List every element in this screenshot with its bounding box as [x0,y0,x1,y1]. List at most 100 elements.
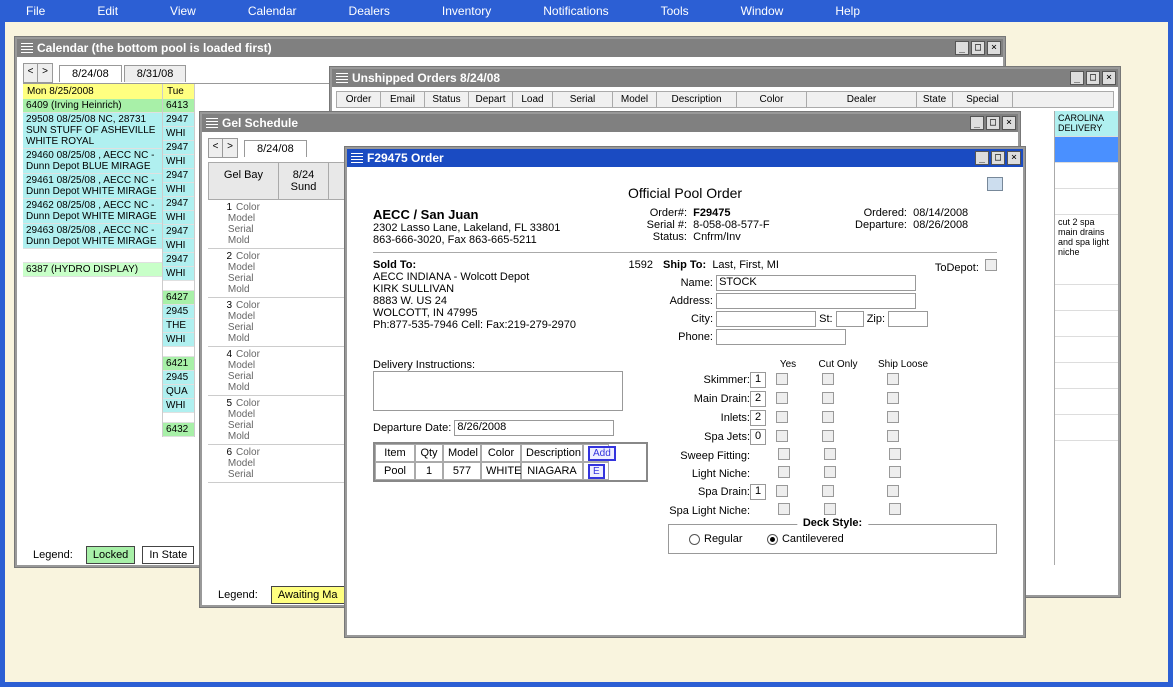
choice-yes-checkbox[interactable] [776,411,788,423]
load-row[interactable]: THE [163,319,194,333]
load-row[interactable]: 2945 [163,371,194,385]
window-menu-icon[interactable] [21,43,33,53]
choice-value-field[interactable]: 0 [750,429,766,445]
load-row[interactable]: 2947 [163,253,194,267]
menu-help[interactable]: Help [809,4,886,18]
col-color[interactable]: Color [737,92,807,107]
load-row[interactable]: 29463 08/25/08 , AECC NC - Dunn Depot WH… [23,224,162,249]
item-row[interactable]: Pool 1 577 WHITE NIAGARA E [375,462,646,480]
deck-cantilevered-radio[interactable] [767,534,778,545]
close-button[interactable]: × [987,41,1001,55]
special-cell[interactable]: cut 2 spa main drains and spa light nich… [1055,215,1118,285]
col-load[interactable]: Load [513,92,553,107]
load-row[interactable]: WHI [163,239,194,253]
special-cell[interactable]: CAROLINA DELIVERY [1055,111,1118,137]
choice-yes-checkbox[interactable] [776,392,788,404]
menu-window[interactable]: Window [715,4,810,18]
special-cell[interactable] [1055,389,1118,415]
col-description[interactable]: Description [657,92,737,107]
load-row[interactable]: 2947 [163,169,194,183]
address-field[interactable] [716,293,916,309]
maximize-button[interactable]: □ [991,151,1005,165]
special-cell[interactable] [1055,163,1118,189]
zip-field[interactable] [888,311,928,327]
choice-cut-checkbox[interactable] [822,485,834,497]
load-row[interactable]: WHI [163,155,194,169]
gel-nav-arrows[interactable]: < > [208,138,238,158]
todepot-checkbox[interactable] [985,259,997,271]
col-special[interactable]: Special [953,92,1013,107]
load-row[interactable]: WHI [163,183,194,197]
load-row[interactable]: 2947 [163,141,194,155]
name-field[interactable]: STOCK [716,275,916,291]
load-row[interactable]: WHI [163,211,194,225]
menu-view[interactable]: View [144,4,222,18]
load-row[interactable]: 2945 [163,305,194,319]
special-cell-selected[interactable] [1055,137,1118,163]
special-cell[interactable] [1055,363,1118,389]
choice-ship-checkbox[interactable] [889,466,901,478]
choice-ship-checkbox[interactable] [887,373,899,385]
load-row[interactable]: WHI [163,267,194,281]
special-cell[interactable] [1055,337,1118,363]
load-row[interactable]: 6427 [163,291,194,305]
menu-dealers[interactable]: Dealers [323,4,416,18]
order-titlebar[interactable]: F29475 Order [347,149,1023,167]
minimize-button[interactable]: _ [975,151,989,165]
deck-regular-radio[interactable] [689,534,700,545]
load-row[interactable]: 6432 [163,423,194,437]
choice-value-field[interactable]: 2 [750,410,766,426]
load-row[interactable]: 29462 08/25/08 , AECC NC - Dunn Depot WH… [23,199,162,224]
load-row[interactable]: 2947 [163,225,194,239]
col-gelbay[interactable]: Gel Bay [209,163,279,199]
load-row[interactable]: 2947 [163,113,194,127]
menu-inventory[interactable]: Inventory [416,4,517,18]
col-date[interactable]: 8/24 Sund [279,163,329,199]
maximize-button[interactable]: □ [986,116,1000,130]
col-dealer[interactable]: Dealer [807,92,917,107]
choice-value-field[interactable]: 1 [750,484,766,500]
load-row[interactable]: 29508 08/25/08 NC, 28731 SUN STUFF OF AS… [23,113,162,149]
prev-week-button[interactable]: < [24,64,38,82]
gel-tab-1[interactable]: 8/24/08 [244,140,307,157]
prev-button[interactable]: < [209,139,223,157]
print-icon[interactable] [987,177,1003,191]
choice-yes-checkbox[interactable] [776,485,788,497]
choice-ship-checkbox[interactable] [889,503,901,515]
close-button[interactable]: × [1102,71,1116,85]
load-row[interactable]: 6421 [163,357,194,371]
menu-calendar[interactable]: Calendar [222,4,323,18]
window-menu-icon[interactable] [336,73,348,83]
calendar-nav-arrows[interactable]: < > [23,63,53,83]
add-item-button[interactable]: Add [588,446,616,461]
minimize-button[interactable]: _ [955,41,969,55]
menu-tools[interactable]: Tools [635,4,715,18]
special-cell[interactable] [1055,311,1118,337]
load-row[interactable]: 29461 08/25/08 , AECC NC - Dunn Depot WH… [23,174,162,199]
choice-value-field[interactable]: 1 [750,372,766,388]
load-row[interactable]: WHI [163,333,194,347]
next-week-button[interactable]: > [38,64,52,82]
menu-notifications[interactable]: Notifications [517,4,634,18]
load-row[interactable]: QUA [163,385,194,399]
col-serial[interactable]: Serial [553,92,613,107]
minimize-button[interactable]: _ [970,116,984,130]
col-status[interactable]: Status [425,92,469,107]
menu-edit[interactable]: Edit [71,4,144,18]
col-email[interactable]: Email [381,92,425,107]
window-menu-icon[interactable] [206,118,218,128]
choice-ship-checkbox[interactable] [887,485,899,497]
window-menu-icon[interactable] [351,153,363,163]
next-button[interactable]: > [223,139,237,157]
state-field[interactable] [836,311,864,327]
choice-yes-checkbox[interactable] [778,503,790,515]
calendar-titlebar[interactable]: Calendar (the bottom pool is loaded firs… [17,39,1003,57]
load-row[interactable]: 2947 [163,197,194,211]
col-model[interactable]: Model [613,92,657,107]
choice-yes-checkbox[interactable] [778,466,790,478]
col-depart[interactable]: Depart [469,92,513,107]
choice-cut-checkbox[interactable] [824,448,836,460]
choice-ship-checkbox[interactable] [889,448,901,460]
choice-ship-checkbox[interactable] [887,411,899,423]
maximize-button[interactable]: □ [971,41,985,55]
